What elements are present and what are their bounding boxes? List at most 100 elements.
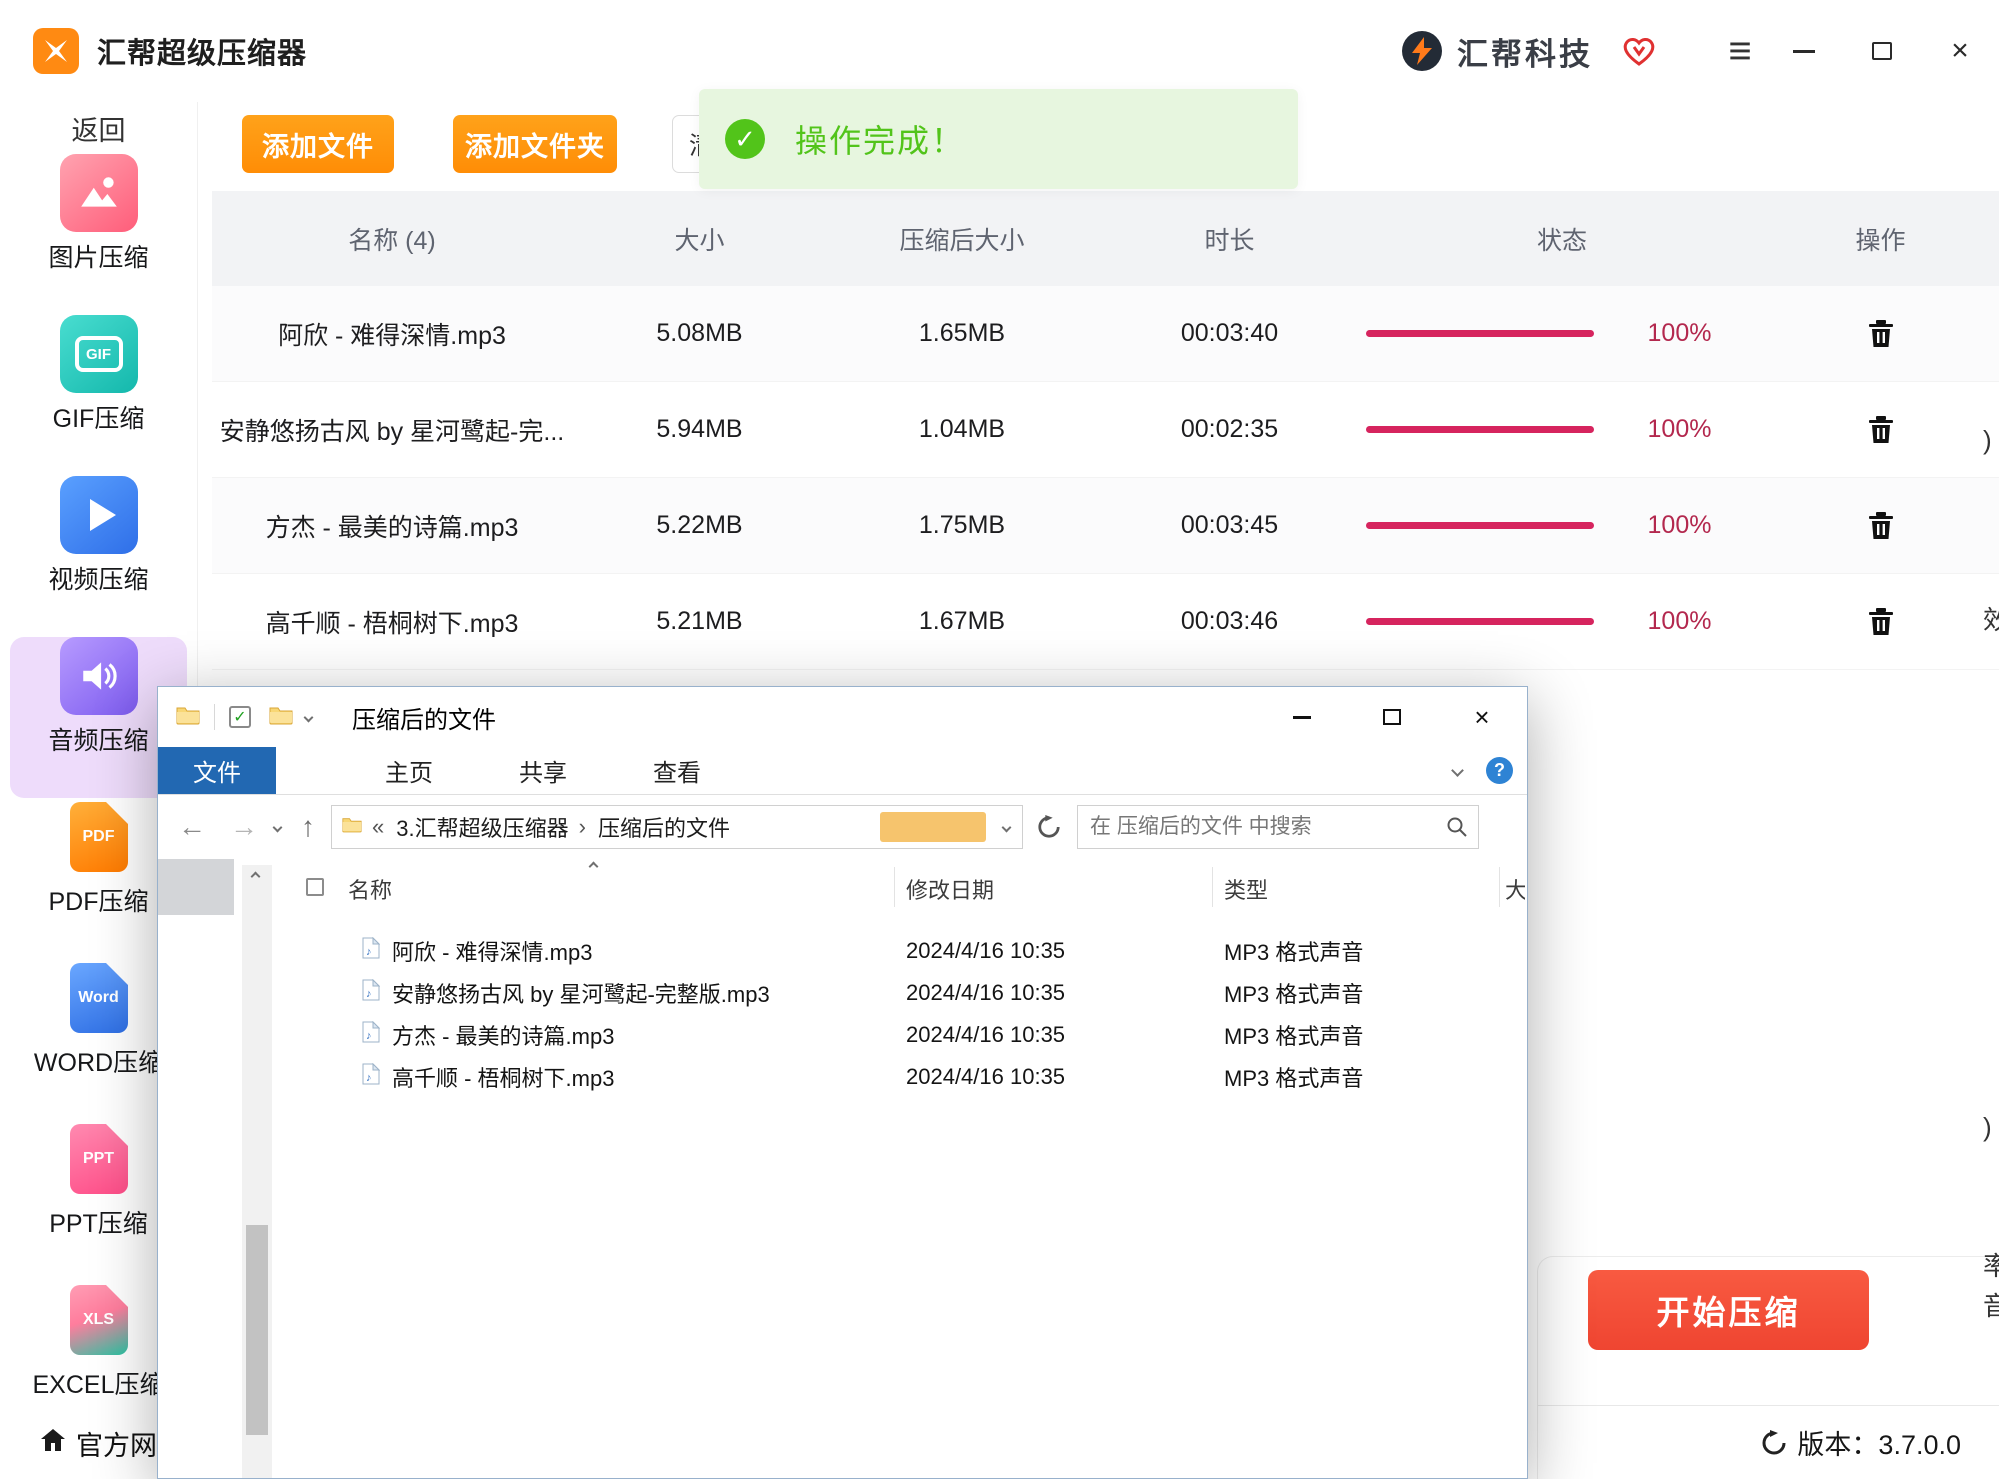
menu-view[interactable]: 查看 bbox=[610, 747, 744, 794]
action-panel: 开始压缩 版本：3.7.0.0 bbox=[1537, 1256, 1999, 1479]
table-header: 名称 (4) 大小 压缩后大小 时长 状态 操作 bbox=[212, 191, 1999, 286]
duration: 00:02:35 bbox=[1097, 415, 1362, 444]
screen-edge-fragment: 音 bbox=[1983, 1286, 1999, 1323]
sidebar-item-label: GIF压缩 bbox=[53, 399, 145, 435]
col-status: 状态 bbox=[1362, 221, 1762, 257]
scrollbar-thumb[interactable] bbox=[246, 1225, 268, 1435]
back-button[interactable]: 返回 bbox=[0, 102, 197, 154]
table-row: 安静悠扬古风 by 星河鹭起-完... 5.94MB 1.04MB 00:02:… bbox=[212, 382, 1999, 478]
file-size: 5.21MB bbox=[572, 607, 827, 636]
address-box[interactable]: « 3.汇帮超级压缩器 › 压缩后的文件 bbox=[331, 805, 1023, 849]
nav-history-dropdown-icon[interactable] bbox=[273, 822, 283, 832]
sidebar-item-video-compress[interactable]: 视频压缩 bbox=[10, 476, 187, 637]
select-all-checkbox[interactable] bbox=[306, 878, 324, 896]
column-size[interactable]: 大 bbox=[1505, 873, 1525, 905]
breadcrumb-separator: › bbox=[579, 814, 586, 840]
breadcrumb-parent[interactable]: 3.汇帮超级压缩器 bbox=[396, 811, 568, 843]
compressed-size: 1.75MB bbox=[827, 511, 1097, 540]
sidebar-item-gif-compress[interactable]: GIF GIF压缩 bbox=[10, 315, 187, 476]
explorer-column-headers: 名称 修改日期 类型 大 bbox=[158, 859, 1527, 915]
folder-icon[interactable] bbox=[269, 705, 293, 730]
file-row[interactable]: ♪ 方杰 - 最美的诗篇.mp3 2024/4/16 10:35 MP3 格式声… bbox=[158, 1014, 1527, 1056]
progress-bar bbox=[1362, 426, 1597, 433]
file-name: 安静悠扬古风 by 星河鹭起-完... bbox=[212, 412, 572, 448]
compressed-size: 1.67MB bbox=[827, 607, 1097, 636]
delete-button[interactable] bbox=[1762, 415, 1999, 445]
explorer-menubar: 文件 主页 共享 查看 ? bbox=[158, 747, 1527, 795]
search-icon[interactable] bbox=[1446, 816, 1468, 843]
explorer-close-button[interactable]: × bbox=[1437, 687, 1527, 747]
file-date: 2024/4/16 10:35 bbox=[906, 1064, 1224, 1090]
file-row[interactable]: ♪ 高千顺 - 梧桐树下.mp3 2024/4/16 10:35 MP3 格式声… bbox=[158, 1056, 1527, 1098]
sidebar-item-label: EXCEL压缩 bbox=[33, 1365, 165, 1401]
menu-file[interactable]: 文件 bbox=[158, 747, 276, 794]
app-logo-icon bbox=[33, 28, 79, 74]
file-name: 阿欣 - 难得深情.mp3 bbox=[392, 935, 906, 967]
official-site-link[interactable]: 官方网 bbox=[40, 1424, 157, 1463]
address-dropdown-icon[interactable] bbox=[1002, 822, 1012, 832]
home-icon bbox=[40, 1428, 66, 1459]
start-compress-button[interactable]: 开始压缩 bbox=[1588, 1270, 1869, 1350]
explorer-minimize-button[interactable] bbox=[1257, 687, 1347, 747]
toast-message: 操作完成！ bbox=[795, 116, 965, 162]
nav-back-icon[interactable]: ← bbox=[178, 811, 206, 843]
progress-percent: 100% bbox=[1597, 607, 1762, 636]
col-duration: 时长 bbox=[1097, 221, 1362, 257]
file-name: 安静悠扬古风 by 星河鹭起-完整版.mp3 bbox=[392, 977, 906, 1009]
quick-access-check-icon[interactable]: ✓ bbox=[229, 706, 251, 728]
svg-text:♪: ♪ bbox=[366, 988, 372, 1000]
folder-icon bbox=[342, 816, 362, 838]
column-date[interactable]: 修改日期 bbox=[906, 873, 994, 905]
search-input[interactable] bbox=[1078, 806, 1478, 848]
nav-up-icon[interactable]: ↑ bbox=[301, 811, 315, 843]
refresh-icon[interactable] bbox=[1037, 815, 1061, 839]
close-button[interactable]: × bbox=[1921, 21, 1999, 81]
ppt-badge: PPT bbox=[70, 1124, 128, 1194]
column-type[interactable]: 类型 bbox=[1224, 873, 1268, 905]
mp3-file-icon: ♪ bbox=[362, 979, 392, 1007]
progress-percent: 100% bbox=[1597, 319, 1762, 348]
minimize-button[interactable] bbox=[1765, 21, 1843, 81]
help-icon[interactable]: ? bbox=[1486, 757, 1513, 784]
sort-ascending-icon[interactable] bbox=[589, 862, 599, 872]
screen-edge-fragment: ) bbox=[1983, 1112, 1999, 1143]
file-name: 方杰 - 最美的诗篇.mp3 bbox=[392, 1019, 906, 1051]
guillemet: « bbox=[372, 814, 384, 840]
progress-bar bbox=[1362, 618, 1597, 625]
menu-icon[interactable]: ≡ bbox=[1715, 29, 1765, 74]
explorer-maximize-button[interactable] bbox=[1347, 687, 1437, 747]
nav-pane-remnant bbox=[158, 859, 234, 915]
file-name: 高千顺 - 梧桐树下.mp3 bbox=[392, 1061, 906, 1093]
quick-access-dropdown-icon[interactable] bbox=[304, 712, 314, 722]
vip-heart-icon[interactable] bbox=[1621, 35, 1657, 67]
explorer-titlebar: ✓ 压缩后的文件 × bbox=[158, 687, 1527, 747]
pdf-badge: PDF bbox=[70, 802, 128, 872]
add-folder-button[interactable]: 添加文件夹 bbox=[453, 115, 617, 173]
compressed-size: 1.65MB bbox=[827, 319, 1097, 348]
file-row[interactable]: ♪ 阿欣 - 难得深情.mp3 2024/4/16 10:35 MP3 格式声音 bbox=[158, 930, 1527, 972]
nav-forward-icon[interactable]: → bbox=[230, 811, 258, 843]
ribbon-collapse-icon[interactable] bbox=[1451, 764, 1464, 777]
delete-button[interactable] bbox=[1762, 511, 1999, 541]
add-file-button[interactable]: 添加文件 bbox=[242, 115, 394, 173]
progress-percent: 100% bbox=[1597, 415, 1762, 444]
file-name: 阿欣 - 难得深情.mp3 bbox=[212, 316, 572, 352]
file-date: 2024/4/16 10:35 bbox=[906, 1022, 1224, 1048]
sidebar-item-label: 图片压缩 bbox=[48, 238, 148, 274]
duration: 00:03:46 bbox=[1097, 607, 1362, 636]
file-size: 5.94MB bbox=[572, 415, 827, 444]
delete-button[interactable] bbox=[1762, 319, 1999, 349]
folder-icon bbox=[176, 705, 200, 730]
update-refresh-icon[interactable] bbox=[1761, 1430, 1787, 1456]
maximize-button[interactable] bbox=[1843, 21, 1921, 81]
column-name[interactable]: 名称 bbox=[348, 873, 392, 905]
breadcrumb-current[interactable]: 压缩后的文件 bbox=[598, 811, 730, 843]
file-row[interactable]: ♪ 安静悠扬古风 by 星河鹭起-完整版.mp3 2024/4/16 10:35… bbox=[158, 972, 1527, 1014]
gif-compress-icon: GIF bbox=[60, 315, 138, 393]
menu-home[interactable]: 主页 bbox=[342, 747, 476, 794]
delete-button[interactable] bbox=[1762, 607, 1999, 637]
sidebar-item-image-compress[interactable]: 图片压缩 bbox=[10, 154, 187, 315]
scroll-up-icon[interactable] bbox=[251, 872, 261, 882]
menu-share[interactable]: 共享 bbox=[476, 747, 610, 794]
version-label: 版本：3.7.0.0 bbox=[1797, 1423, 1961, 1462]
